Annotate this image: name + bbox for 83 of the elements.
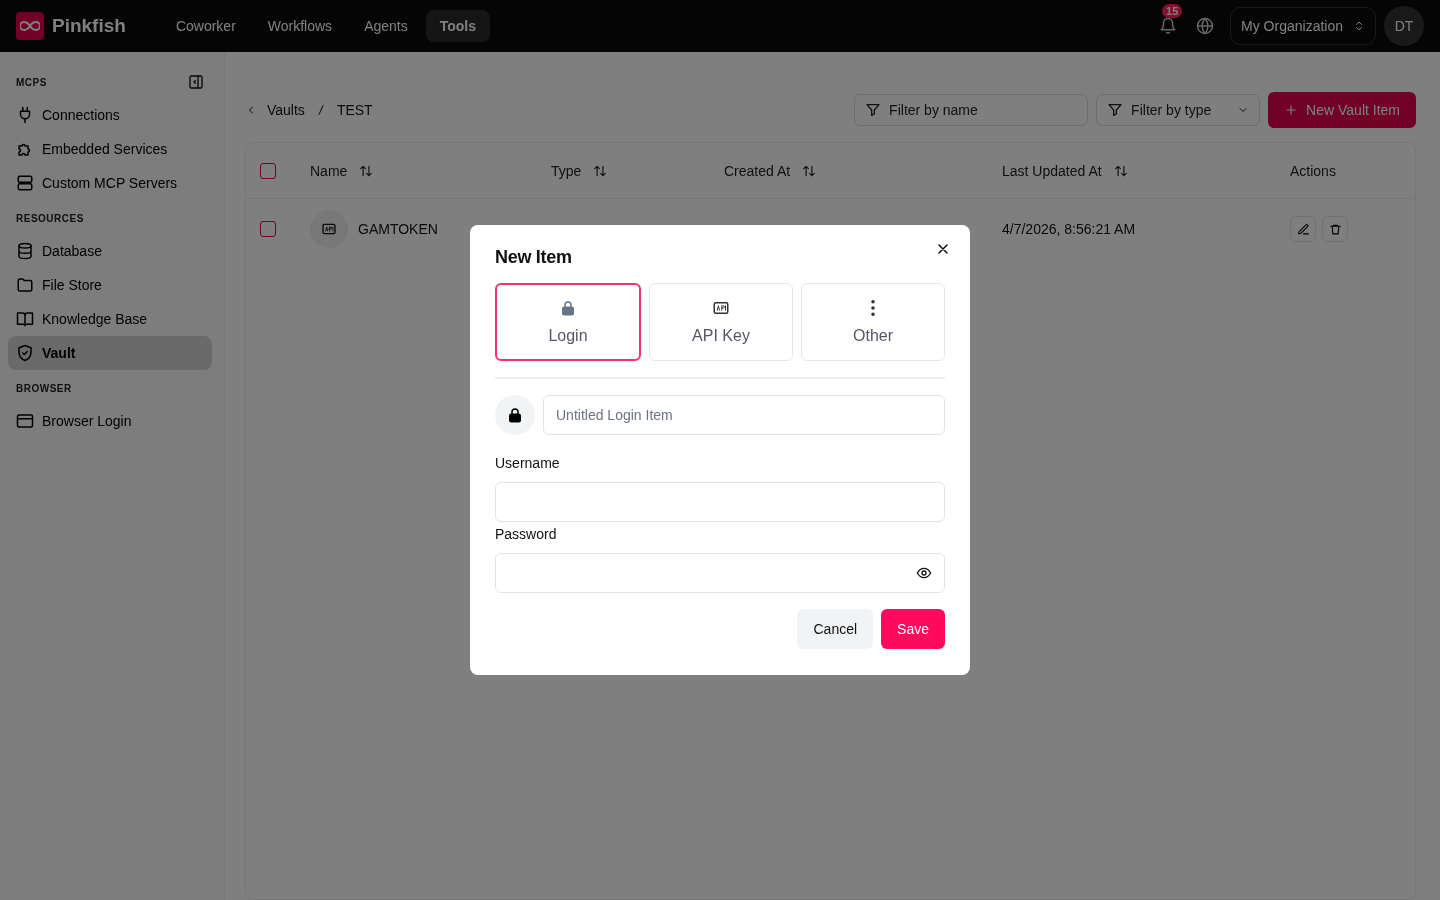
row-checkbox[interactable] [260, 221, 276, 237]
column-header[interactable]: Name [310, 162, 348, 179]
pencil-icon [1296, 222, 1310, 236]
logo-icon [16, 12, 44, 40]
select-all-checkbox[interactable] [260, 162, 276, 179]
api-icon [321, 221, 337, 237]
name-filter-field[interactable]: Filter by name [854, 94, 1089, 126]
column-header[interactable]: Type [551, 162, 582, 179]
column-header[interactable]: Created At [724, 162, 791, 179]
trash-icon [1328, 222, 1342, 236]
folder-icon [16, 276, 34, 294]
sort-arrows-icon[interactable] [359, 163, 374, 178]
section-title: BROWSER [16, 382, 72, 394]
organization-name: My Organization [1241, 18, 1343, 34]
plus-icon [1284, 103, 1299, 117]
sidebar-item-label: Custom MCP Servers [42, 175, 178, 191]
sidebar-item-label: Database [42, 243, 102, 259]
server-icon [16, 174, 34, 192]
sidebar-item[interactable]: Knowledge Base [8, 302, 212, 336]
sidebar-item[interactable]: Custom MCP Servers [8, 166, 212, 200]
sidebar-item-label: Vault [42, 345, 76, 361]
item-type-option[interactable]: API Key [649, 283, 793, 361]
field-label: Username [495, 455, 561, 471]
edit-button[interactable] [1290, 216, 1316, 242]
chevron-up-down-icon [1353, 20, 1365, 32]
column-header[interactable]: Last Updated At [1002, 162, 1102, 179]
column-header[interactable]: Actions [1290, 162, 1336, 179]
filter-icon [1107, 102, 1124, 118]
eye-icon[interactable] [916, 565, 932, 581]
section-title: MCPS [16, 76, 47, 88]
organization-select[interactable]: My Organization [1230, 7, 1376, 45]
sidebar-item[interactable]: File Store [8, 268, 212, 302]
dialog-title: New Item [495, 247, 573, 269]
padlock-icon [559, 299, 577, 317]
sidebar-item-label: Browser Login [42, 413, 132, 429]
shield-check-icon [16, 344, 34, 362]
notification-badge: 15 [1162, 4, 1183, 18]
cancel-button[interactable]: Cancel [797, 609, 874, 649]
breadcrumb-link[interactable]: Vaults [267, 102, 305, 118]
book-icon [16, 310, 34, 328]
nav-tab[interactable]: Agents [350, 10, 422, 42]
section-title: RESOURCES [16, 212, 84, 224]
database-icon [16, 242, 34, 260]
filter-icon [865, 102, 882, 118]
item-type-option[interactable]: Login [495, 283, 641, 361]
type-filter-select[interactable]: Filter by type [1096, 94, 1261, 126]
bell-icon[interactable] [1159, 17, 1178, 35]
placeholder-text: Filter by type [1131, 102, 1213, 118]
sidebar-item[interactable]: Vault [8, 336, 212, 370]
sidebar-item-label: Knowledge Base [42, 311, 148, 327]
brand-name: Pinkfish [52, 15, 126, 37]
vertical-dots-icon [871, 299, 875, 317]
sidebar-item[interactable]: Connections [8, 98, 212, 132]
username-field[interactable] [495, 482, 945, 522]
nav-tab[interactable]: Tools [425, 10, 490, 42]
globe-icon[interactable] [1196, 17, 1215, 35]
padlock-icon [506, 406, 524, 424]
item-name-field[interactable]: Untitled Login Item [543, 395, 945, 435]
item-type-option[interactable]: Other [801, 283, 945, 361]
sidebar-item-label: Connections [42, 107, 120, 123]
avatar[interactable]: DT [1384, 6, 1424, 46]
password-field[interactable] [495, 553, 945, 593]
sidebar-item-label: Embedded Services [42, 141, 168, 157]
api-icon [712, 299, 730, 317]
table-cell: GAMTOKEN [358, 221, 438, 237]
sidebar-item[interactable]: Database [8, 234, 212, 268]
nav-tab[interactable]: Workflows [253, 10, 347, 42]
sidebar-item-label: File Store [42, 277, 102, 293]
browser-window-icon [16, 412, 34, 430]
sort-arrows-icon[interactable] [802, 163, 817, 178]
sidebar-collapse-icon[interactable] [188, 74, 204, 90]
sort-arrows-icon[interactable] [593, 163, 608, 178]
sidebar-item[interactable]: Embedded Services [8, 132, 212, 166]
save-button[interactable]: Save [881, 609, 945, 649]
table-cell-text: 4/7/2026, 8:56:21 AM [1002, 221, 1137, 237]
field-label: Password [495, 526, 558, 542]
placeholder-text: Filter by name [889, 102, 978, 118]
nav-tab[interactable]: Coworker [161, 10, 250, 42]
breadcrumb-link[interactable]: TEST [336, 102, 373, 118]
sort-arrows-icon[interactable] [1113, 163, 1128, 178]
delete-button[interactable] [1322, 216, 1348, 242]
sidebar-item[interactable]: Browser Login [8, 404, 212, 438]
new-vault-item-button[interactable]: New Vault Item [1268, 92, 1416, 128]
